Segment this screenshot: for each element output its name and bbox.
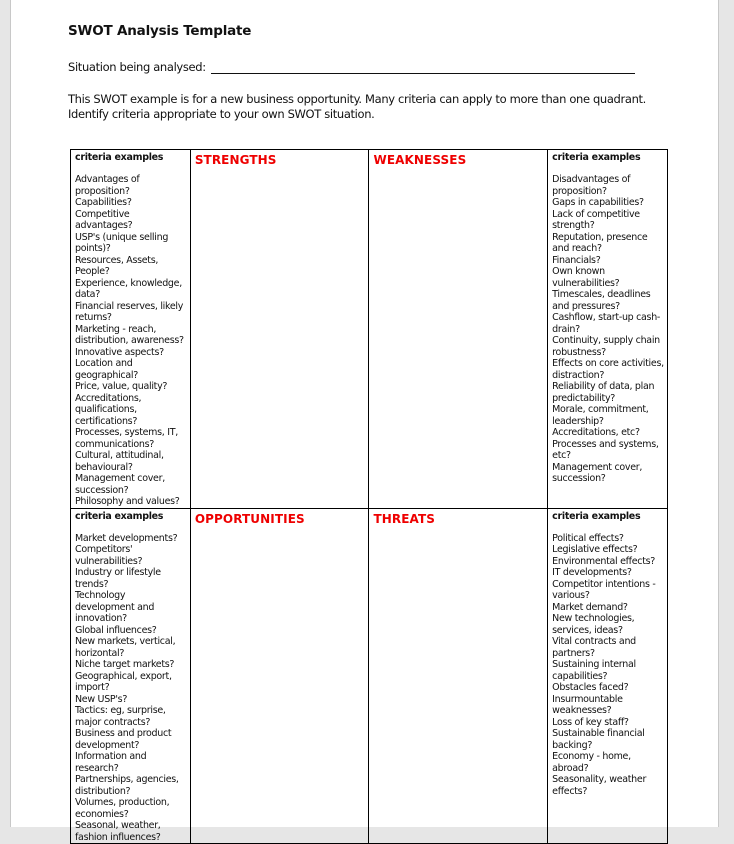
criteria-item: New USP's? — [75, 693, 128, 705]
criteria-heading: criteria examples — [552, 152, 641, 163]
criteria-item: Management cover, succession? — [552, 461, 643, 485]
criteria-item: Market developments? — [75, 532, 178, 544]
criteria-item: Financial reserves, likely returns? — [75, 300, 184, 324]
swot-table: criteria examples Advantages of proposit… — [70, 149, 668, 844]
weaknesses-heading: WEAKNESSES — [373, 153, 467, 167]
criteria-item: Marketing - reach, distribution, awarene… — [75, 323, 184, 347]
criteria-item: Cultural, attitudinal, behavioural? — [75, 450, 164, 473]
opportunities-heading: OPPORTUNITIES — [194, 511, 305, 526]
criteria-item: Sustaining internal capabilities? — [552, 659, 636, 682]
opportunities-criteria-list: Market developments? Competitors' vulnera… — [75, 533, 187, 844]
criteria-item: Competitor intentions - various? — [552, 578, 656, 602]
criteria-item: Management cover, succession? — [75, 473, 165, 496]
criteria-item: New markets, vertical, horizontal? — [75, 636, 176, 659]
criteria-item: Processes and systems, etc? — [552, 438, 659, 462]
criteria-item: Lack of competitive strength? — [552, 208, 640, 232]
criteria-item: Price, value, quality? — [75, 381, 168, 392]
criteria-item: Loss of key staff? — [552, 716, 629, 728]
criteria-item: Competitive advantages? — [75, 208, 133, 232]
criteria-item: Vital contracts and partners? — [552, 636, 636, 659]
situation-row: Situation being analysed: — [68, 60, 635, 74]
strengths-criteria-cell: criteria examples Advantages of proposit… — [70, 149, 191, 509]
criteria-item: Reputation, presence and reach? — [552, 231, 648, 255]
weaknesses-criteria-list: Disadvantages of proposition? Gaps in cap… — [552, 174, 664, 485]
criteria-heading: criteria examples — [552, 510, 641, 522]
strengths-criteria-list: Advantages of proposition? Capabilities? C… — [75, 174, 187, 508]
situation-label: Situation being analysed: — [68, 60, 206, 74]
situation-input-line[interactable] — [210, 60, 635, 74]
criteria-item: Disadvantages of proposition? — [552, 174, 631, 197]
swot-row-external: criteria examples Market developments? Co… — [70, 507, 668, 844]
criteria-item: Processes, systems, IT, communications? — [75, 427, 178, 450]
criteria-item: Reliability of data, plan predictability… — [552, 381, 655, 404]
opportunities-criteria-cell: criteria examples Market developments? Co… — [70, 507, 191, 844]
criteria-item: Technology development and innovation? — [75, 590, 155, 624]
criteria-heading: criteria examples — [75, 510, 164, 522]
opportunities-cell[interactable]: OPPORTUNITIES — [189, 507, 370, 844]
criteria-item: Continuity, supply chain robustness? — [552, 335, 660, 358]
criteria-item: Seasonal, weather, fashion influences? — [75, 820, 161, 843]
criteria-item: Economy - home, abroad? — [552, 751, 631, 774]
threats-criteria-cell: criteria examples Political effects? Legi… — [547, 507, 668, 844]
criteria-item: Philosophy and values? — [75, 496, 180, 507]
criteria-item: Sustainable financial backing? — [552, 728, 645, 751]
criteria-item: Industry or lifestyle trends? — [75, 567, 161, 590]
criteria-item: Capabilities? — [75, 197, 132, 208]
swot-row-internal: criteria examples Advantages of proposit… — [70, 149, 668, 509]
criteria-item: Experience, knowledge, data? — [75, 277, 182, 301]
intro-paragraph: This SWOT example is for a new business … — [68, 92, 646, 121]
criteria-item: Morale, commitment, leadership? — [552, 404, 649, 427]
strengths-cell[interactable]: STRENGTHS — [189, 149, 370, 509]
strengths-heading: STRENGTHS — [194, 153, 277, 167]
criteria-item: USP's (unique selling points)? — [75, 231, 169, 255]
weaknesses-cell[interactable]: WEAKNESSES — [368, 149, 549, 509]
document-page: SWOT Analysis Template Situation being a… — [10, 0, 719, 844]
criteria-item: Information and research? — [75, 751, 147, 774]
criteria-item: Partnerships, agencies, distribution? — [75, 774, 179, 797]
criteria-item: Gaps in capabilities? — [552, 197, 644, 208]
criteria-item: Business and product development? — [75, 728, 172, 751]
criteria-item: Geographical, export, import? — [75, 670, 172, 694]
criteria-item: Political effects? — [552, 532, 624, 544]
criteria-heading: criteria examples — [75, 152, 164, 163]
criteria-item: Accreditations, qualifications, certific… — [75, 392, 142, 427]
criteria-item: Market demand? — [552, 601, 628, 613]
threats-heading: THREATS — [373, 511, 436, 526]
threats-cell[interactable]: THREATS — [368, 507, 549, 844]
threats-criteria-list: Political effects? Legislative effects? En… — [552, 533, 664, 798]
criteria-item: Seasonality, weather effects? — [552, 774, 647, 797]
criteria-item: Location and geographical? — [75, 358, 138, 381]
criteria-item: Innovative aspects? — [75, 346, 164, 358]
criteria-item: Financials? — [552, 254, 601, 266]
criteria-item: Insurmountable weaknesses? — [552, 693, 623, 717]
criteria-item: Environmental effects? — [552, 555, 656, 567]
criteria-item: Legislative effects? — [552, 544, 638, 555]
criteria-item: Competitors' vulnerabilities? — [75, 544, 143, 567]
document-title: SWOT Analysis Template — [68, 23, 252, 39]
criteria-item: Niche target markets? — [75, 659, 175, 670]
criteria-item: Tactics: eg, surprise, major contracts? — [75, 705, 166, 728]
criteria-item: Volumes, production, economies? — [75, 797, 170, 820]
criteria-item: Cashflow, start-up cash-drain? — [552, 312, 661, 335]
weaknesses-criteria-cell: criteria examples Disadvantages of propo… — [547, 149, 668, 509]
criteria-item: IT developments? — [552, 567, 632, 578]
criteria-item: Accreditations, etc? — [552, 427, 640, 438]
criteria-item: Effects on core activities, distraction? — [552, 358, 664, 381]
criteria-item: Advantages of proposition? — [75, 174, 140, 197]
criteria-item: Obstacles faced? — [552, 682, 629, 693]
criteria-item: Resources, Assets, People? — [75, 254, 159, 278]
criteria-item: Own known vulnerabilities? — [552, 266, 620, 289]
criteria-item: New technologies, services, ideas? — [552, 613, 635, 636]
criteria-item: Global influences? — [75, 624, 157, 636]
criteria-item: Timescales, deadlines and pressures? — [552, 289, 651, 312]
